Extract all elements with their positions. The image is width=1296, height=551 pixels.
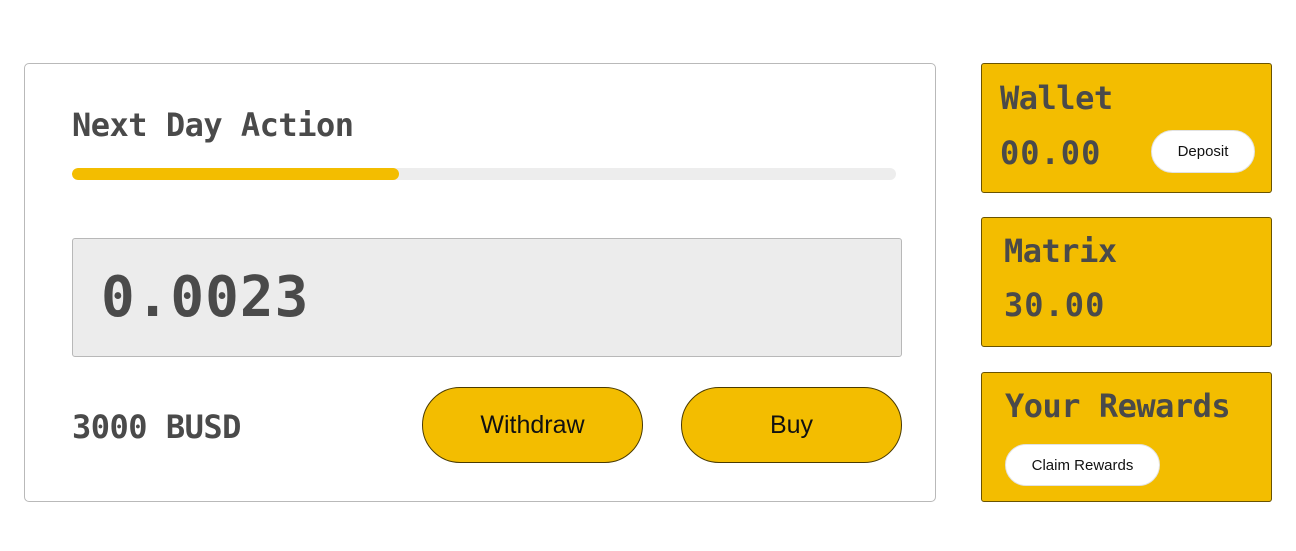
withdraw-button[interactable]: Withdraw [422, 387, 643, 463]
rewards-card: Your Rewards Claim Rewards [981, 372, 1272, 502]
next-day-action-card: Next Day Action 0.0023 3000 BUSD Withdra… [24, 63, 936, 502]
progress-bar-fill [72, 168, 400, 180]
progress-bar [72, 168, 896, 180]
rewards-title: Your Rewards [1005, 387, 1231, 425]
next-day-action-title: Next Day Action [72, 106, 354, 144]
amount-display: 0.0023 [72, 238, 902, 357]
deposit-button[interactable]: Deposit [1151, 130, 1255, 173]
amount-value: 0.0023 [101, 265, 310, 330]
claim-rewards-button[interactable]: Claim Rewards [1005, 444, 1160, 486]
buy-button[interactable]: Buy [681, 387, 902, 463]
wallet-title: Wallet [1000, 79, 1113, 117]
wallet-card: Wallet 00.00 Deposit [981, 63, 1272, 193]
matrix-card: Matrix 30.00 [981, 217, 1272, 347]
matrix-value: 30.00 [1004, 286, 1106, 324]
wallet-value: 00.00 [1000, 134, 1102, 172]
matrix-title: Matrix [1004, 232, 1117, 270]
busd-balance: 3000 BUSD [72, 408, 241, 446]
